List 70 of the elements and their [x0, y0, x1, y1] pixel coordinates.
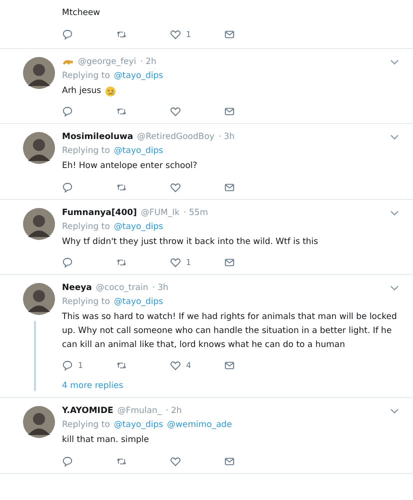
reply-icon[interactable] [62, 182, 73, 193]
heart-icon[interactable] [170, 257, 181, 268]
replying-label: Replying to [62, 420, 110, 430]
tweet-time[interactable]: · 3h [218, 132, 235, 142]
tweet-text: Mtcheew [62, 7, 100, 20]
reply-icon[interactable] [62, 28, 73, 40]
avatar[interactable] [22, 56, 54, 89]
like-count: 4 [186, 361, 192, 370]
envelope-icon[interactable] [224, 257, 235, 268]
avatar[interactable] [22, 283, 54, 316]
reply-icon[interactable] [62, 360, 73, 372]
more-replies-link[interactable]: 4 more replies [62, 381, 403, 392]
user-handle[interactable]: @RetiredGoodBoy [137, 132, 214, 142]
tweet-text: kill that man. simple [62, 434, 150, 448]
envelope-icon[interactable] [224, 106, 235, 118]
retweet-icon[interactable] [116, 257, 127, 268]
replying-label: Replying to [62, 222, 110, 232]
chevron-icon[interactable] [390, 408, 399, 414]
tweet-time[interactable]: · 2h [166, 406, 182, 416]
envelope-icon[interactable] [224, 456, 235, 467]
user-handle[interactable]: @coco_train [96, 283, 148, 294]
avatar[interactable] [22, 406, 54, 438]
tweet-time[interactable]: · 3h [152, 283, 168, 294]
mention-link[interactable]: @tayo_dips [114, 70, 164, 81]
tweet-time[interactable]: · 55m [184, 208, 208, 218]
user-name[interactable]: Mosimileoluwa [62, 132, 134, 142]
reply-icon[interactable] [62, 106, 73, 118]
mention-link[interactable]: @tayo_dips [114, 146, 164, 156]
user-name[interactable]: Neeya [62, 283, 92, 294]
retweet-icon[interactable] [116, 182, 127, 193]
reply-icon[interactable] [62, 456, 73, 467]
tweet-text: Why tf didn't they just throw it back into the wild. Wtf is this [62, 236, 318, 249]
chevron-icon[interactable] [390, 210, 399, 216]
mention-link[interactable]: @tayo_dips [114, 222, 164, 232]
heart-icon[interactable] [170, 456, 181, 467]
avatar[interactable] [22, 132, 54, 164]
retweet-icon[interactable] [116, 106, 127, 118]
reply-count: 1 [78, 361, 84, 370]
chevron-icon[interactable] [390, 285, 399, 292]
envelope-icon[interactable] [224, 360, 235, 372]
heart-icon[interactable] [170, 28, 181, 40]
retweet-icon[interactable] [116, 456, 127, 467]
user-name[interactable]: Y.AYOMIDE [62, 406, 114, 416]
user-name[interactable]: Fumnanya[400] [62, 208, 137, 218]
like-count: 1 [186, 258, 192, 268]
user-handle[interactable]: @FUM_Ik [140, 208, 180, 218]
avatar[interactable] [22, 208, 54, 240]
replying-label: Replying to [62, 146, 110, 156]
heart-icon[interactable] [170, 106, 181, 118]
reply-icon[interactable] [62, 257, 73, 268]
replying-label: Replying to [62, 297, 110, 308]
envelope-icon[interactable] [224, 28, 235, 40]
heart-icon[interactable] [170, 360, 181, 372]
retweet-icon[interactable] [116, 360, 127, 372]
mention-link[interactable]: @tayo_dips [114, 420, 164, 430]
heart-icon[interactable] [170, 182, 181, 193]
like-count: 1 [186, 30, 192, 39]
chevron-icon[interactable] [390, 134, 399, 140]
mention-link[interactable]: @tayo_dips [114, 297, 164, 308]
tweet-text: This was so hard to watch! If we had rights for animals that man will be locked up. Why not call someone who can handle the situation in a better light. If he can kill an animal like that, lord knows what he can do to a human [62, 311, 398, 352]
user-handle[interactable]: @george_feyi [78, 56, 136, 67]
envelope-icon[interactable] [224, 182, 235, 193]
retweet-icon[interactable] [116, 28, 127, 40]
tweet-text: Eh! How antelope enter school? [62, 160, 198, 174]
tweet-time[interactable]: · 2h [140, 56, 156, 67]
chevron-icon[interactable] [390, 58, 399, 65]
user-handle[interactable]: @Fmulan_ [117, 406, 162, 416]
mention-link[interactable]: @wemimo_ade [167, 420, 232, 430]
replying-label: Replying to [62, 70, 110, 81]
tweet-text: Arh jesus [62, 84, 102, 98]
